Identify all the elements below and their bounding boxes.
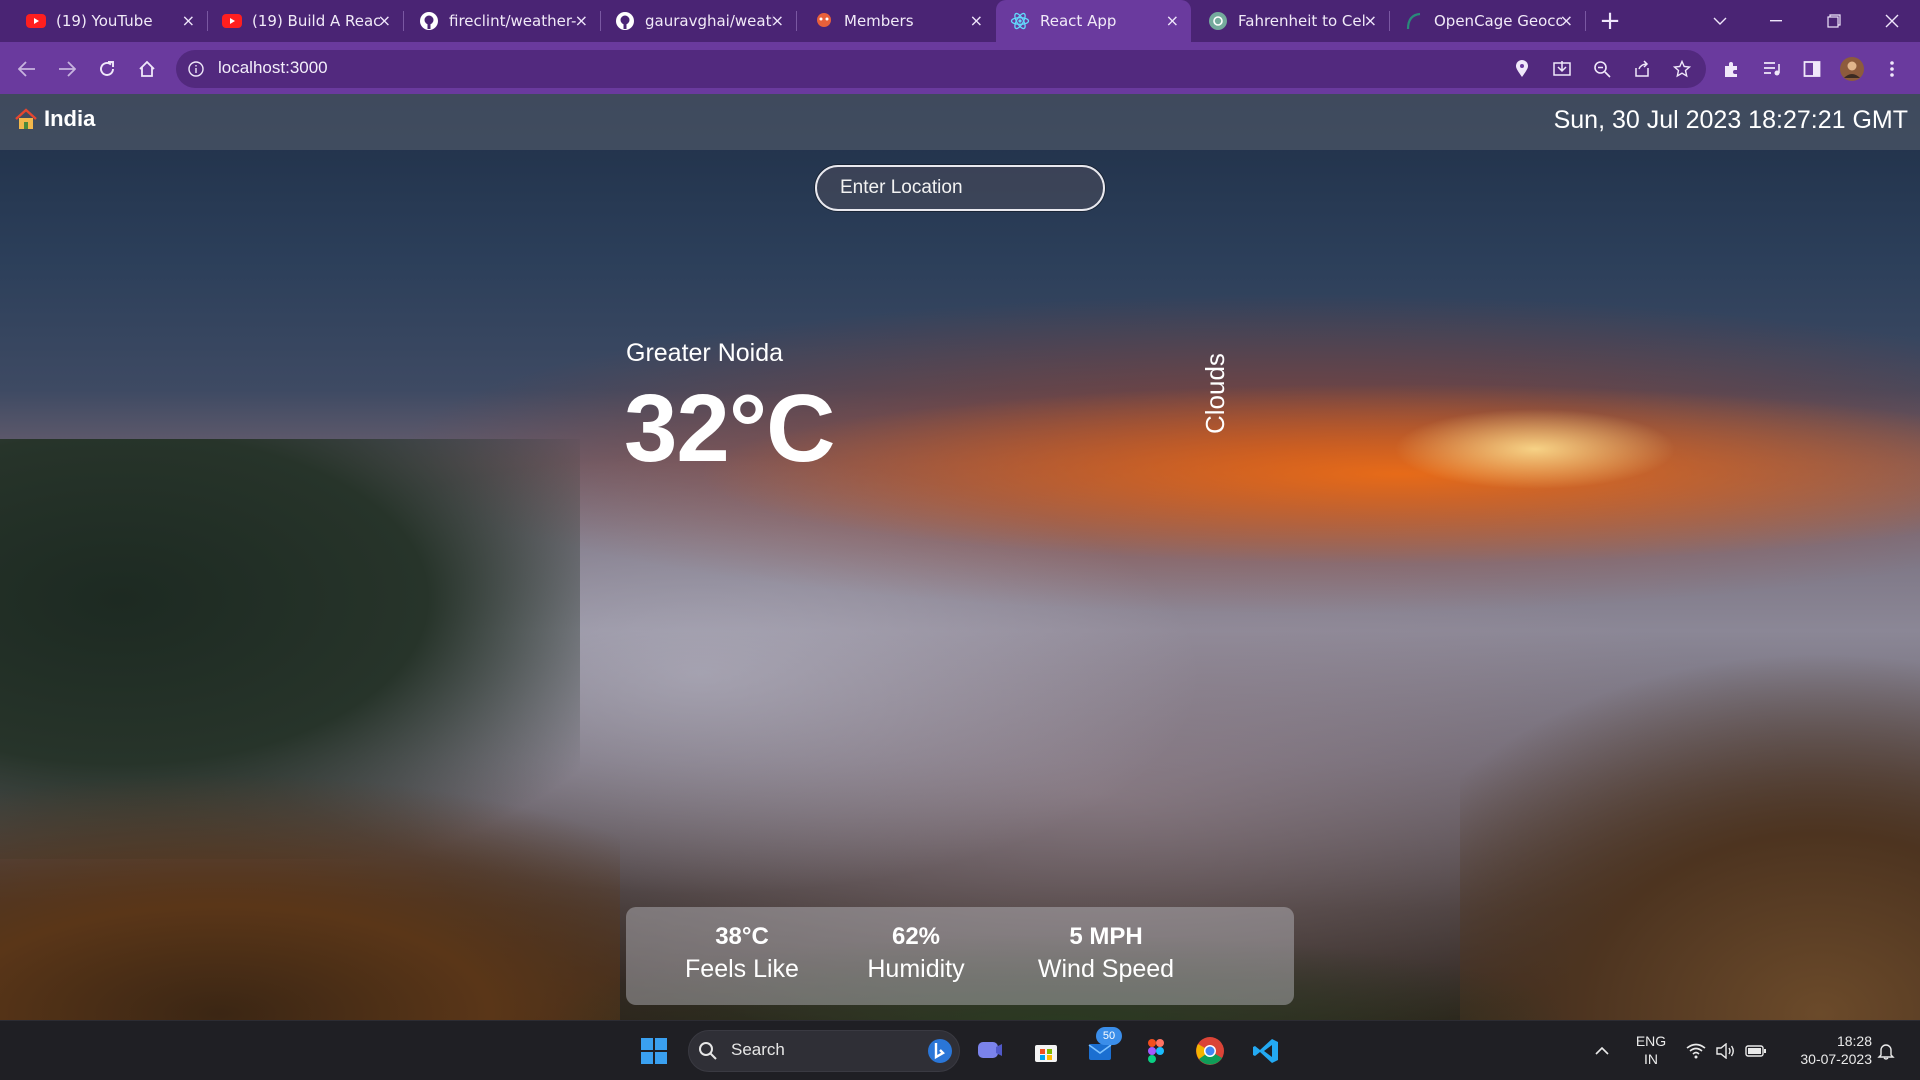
opencage-icon [1404, 11, 1424, 31]
city-name: Greater Noida [626, 339, 784, 367]
clock[interactable]: 18:28 30-07-2023 [1782, 1032, 1872, 1068]
share-icon[interactable] [1628, 55, 1656, 83]
zoom-icon[interactable] [1588, 55, 1616, 83]
close-icon[interactable]: × [970, 11, 983, 31]
address-bar[interactable] [176, 50, 1706, 88]
wind-speed-label: Wind Speed [1037, 955, 1175, 983]
url-text[interactable]: localhost:3000 [218, 58, 328, 78]
humidity-value: 62% [891, 923, 941, 950]
members-icon [814, 11, 834, 31]
house-icon [14, 107, 38, 131]
close-icon[interactable]: × [182, 11, 195, 31]
install-app-icon[interactable] [1548, 55, 1576, 83]
search-icon [690, 1031, 726, 1071]
tab-separator [796, 11, 797, 31]
background-trees-left [0, 754, 620, 1020]
bing-icon[interactable] [920, 1031, 960, 1071]
github-icon [419, 11, 439, 31]
close-icon[interactable]: × [575, 11, 588, 31]
feels-like-value: 38°C [715, 923, 769, 950]
country-name: India [44, 106, 96, 131]
tab-title: (19) Build A React [252, 12, 380, 30]
more-menu-icon[interactable] [1878, 55, 1906, 83]
location-search[interactable] [815, 165, 1105, 211]
forward-arrow-icon[interactable] [53, 55, 81, 83]
tab-title: OpenCage Geoco [1434, 12, 1562, 30]
language-indicator[interactable]: ENG IN [1628, 1032, 1674, 1068]
app-header: India Sun, 30 Jul 2023 18:27:21 GMT [0, 94, 1920, 150]
tab-title: fireclint/weather- [449, 12, 577, 30]
microsoft-store-icon[interactable] [1026, 1031, 1066, 1071]
weather-condition: Clouds [1200, 353, 1230, 434]
media-control-icon[interactable] [1758, 55, 1786, 83]
github-icon [615, 11, 635, 31]
wind-speed-stat: 5 MPH Wind Speed [1026, 923, 1186, 984]
feels-like-label: Feels Like [685, 955, 799, 983]
feels-like-stat: 38°C Feels Like [682, 923, 802, 984]
windows-start-icon[interactable] [634, 1031, 674, 1071]
chevron-up-icon[interactable] [1582, 1031, 1622, 1071]
tab-title: gauravghai/weatl [645, 12, 773, 30]
notification-bell-icon[interactable] [1868, 1031, 1904, 1071]
extensions-icon[interactable] [1718, 55, 1746, 83]
tab-title: Members [844, 12, 914, 30]
tab-members[interactable]: Members × [800, 0, 995, 42]
close-icon[interactable]: × [1166, 11, 1179, 31]
current-temperature: 32°C [624, 375, 835, 482]
chatgpt-icon [1208, 11, 1228, 31]
home-icon[interactable] [133, 55, 161, 83]
restore-icon[interactable] [1806, 0, 1862, 42]
browser-tab-strip: (19) YouTube × (19) Build A React × fire… [0, 0, 1920, 42]
country-label: India [14, 106, 95, 132]
tab-title: React App [1040, 12, 1117, 30]
close-icon[interactable]: × [1364, 11, 1377, 31]
tab-github-fireclint[interactable]: fireclint/weather- × [405, 0, 601, 42]
side-panel-icon[interactable] [1798, 55, 1826, 83]
tab-fahrenheit-to-celsius[interactable]: Fahrenheit to Cel × [1194, 0, 1390, 42]
figma-icon[interactable] [1136, 1031, 1176, 1071]
new-tab-button[interactable]: + [1584, 0, 1636, 42]
teams-chat-icon[interactable] [970, 1031, 1010, 1071]
clock-time: 18:28 [1836, 1033, 1872, 1049]
tab-title: (19) YouTube [56, 12, 153, 30]
tab-separator [403, 11, 404, 31]
tab-opencage-geocoder[interactable]: OpenCage Geoco × [1390, 0, 1586, 42]
tab-build-a-react[interactable]: (19) Build A React × [208, 0, 404, 42]
wind-speed-value: 5 MPH [1069, 923, 1143, 950]
tab-search-icon[interactable] [1692, 0, 1748, 42]
region-code: IN [1644, 1051, 1658, 1067]
bookmark-star-icon[interactable] [1668, 55, 1696, 83]
humidity-label: Humidity [867, 955, 965, 983]
youtube-icon [26, 11, 46, 31]
taskbar-search-label: Search [731, 1040, 785, 1059]
tab-github-gauravghai[interactable]: gauravghai/weatl × [601, 0, 797, 42]
current-datetime: Sun, 30 Jul 2023 18:27:21 GMT [1553, 106, 1908, 134]
battery-icon[interactable] [1738, 1031, 1774, 1071]
close-icon[interactable]: × [771, 11, 784, 31]
weather-app-page: India Sun, 30 Jul 2023 18:27:21 GMT Grea… [0, 94, 1920, 1020]
back-arrow-icon[interactable] [13, 55, 41, 83]
vscode-icon[interactable] [1246, 1031, 1286, 1071]
chrome-icon[interactable] [1190, 1031, 1230, 1071]
close-window-icon[interactable] [1864, 0, 1920, 42]
minimize-icon[interactable] [1748, 0, 1804, 42]
humidity-stat: 62% Humidity [856, 923, 976, 984]
location-input[interactable] [817, 167, 1103, 209]
youtube-icon [222, 11, 242, 31]
site-info-icon[interactable] [182, 55, 210, 83]
clock-date: 30-07-2023 [1800, 1051, 1872, 1067]
tab-title: Fahrenheit to Cel [1238, 12, 1366, 30]
tab-youtube[interactable]: (19) YouTube × [12, 0, 208, 42]
tab-react-app[interactable]: React App × [996, 0, 1191, 42]
react-icon [1010, 11, 1030, 31]
close-icon[interactable]: × [1560, 11, 1573, 31]
reload-icon[interactable] [93, 55, 121, 83]
windows-taskbar: Search 50 ENG IN 18:28 30-07-2023 [0, 1020, 1920, 1080]
weather-stats-panel: 38°C Feels Like 62% Humidity 5 MPH Wind … [626, 907, 1294, 1005]
mail-badge: 50 [1096, 1027, 1122, 1045]
location-pin-icon[interactable] [1508, 55, 1536, 83]
profile-avatar[interactable] [1838, 55, 1866, 83]
close-icon[interactable]: × [378, 11, 391, 31]
language-code: ENG [1635, 1033, 1667, 1049]
